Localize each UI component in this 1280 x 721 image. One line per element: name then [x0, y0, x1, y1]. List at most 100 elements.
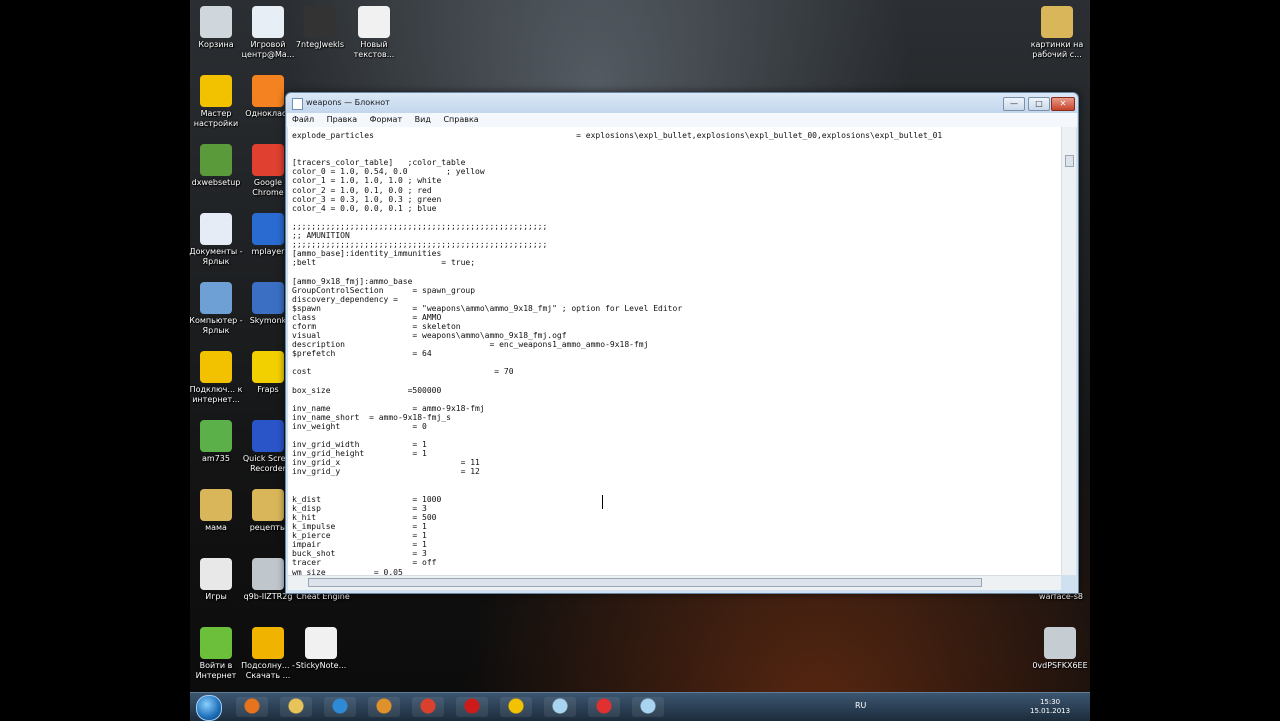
desktop-icon[interactable]: 7ntegJwekls — [290, 6, 350, 50]
desktop-icon-label: Компьютер - Ярлык — [189, 316, 243, 335]
computer-icon — [200, 282, 232, 314]
chrome-icon — [252, 144, 284, 176]
recorder-icon[interactable] — [588, 697, 620, 717]
desktop-icon-label: Игры — [205, 592, 227, 601]
opera-icon[interactable] — [456, 697, 488, 717]
documents-icon — [200, 213, 232, 245]
vertical-scroll-thumb[interactable] — [1065, 155, 1074, 167]
desktop-icon-label: Подключ... к интернет... — [189, 385, 243, 404]
desktop-icon[interactable]: Компьютер - Ярлык — [186, 282, 246, 336]
desktop-icon-label: Однокласс — [245, 109, 291, 118]
clock-date: 15.01.2013 — [1030, 707, 1071, 715]
file-icon — [304, 6, 336, 38]
desktop-icon-label: 0vdPSFKX6EE — [1032, 661, 1088, 670]
game-center-icon — [252, 6, 284, 38]
money-icon — [200, 420, 232, 452]
desktop-icon-label: Подсолну... - Скачать ... — [241, 661, 295, 680]
desktop-icon[interactable]: 0vdPSFKX6EE — [1030, 627, 1090, 671]
image-icon — [1044, 627, 1076, 659]
directx-icon — [200, 144, 232, 176]
desktop-icon[interactable]: Мастер настройки — [186, 75, 246, 129]
desktop-icon-label: Новый текстов... — [353, 40, 395, 59]
menu-view[interactable]: Вид — [410, 113, 436, 124]
desktop-icon[interactable]: картинки на рабочий с... — [1027, 6, 1087, 60]
desktop-icon[interactable]: am735 — [186, 420, 246, 464]
folder-icon — [200, 489, 232, 521]
desktop-icon-label: 7ntegJwekls — [295, 40, 345, 49]
sunflower-icon — [252, 627, 284, 659]
desktop-icon-label: Корзина — [198, 40, 234, 49]
desktop-icon[interactable]: Игры — [186, 558, 246, 602]
close-button[interactable]: ✕ — [1051, 97, 1075, 111]
menu-file[interactable]: Файл — [287, 113, 319, 124]
desktop-icon-label: StickyNote... — [295, 661, 347, 670]
maximize-button[interactable]: □ — [1028, 97, 1050, 111]
taskbar: RU 15:30 15.01.2013 — [190, 692, 1090, 721]
ie-icon[interactable] — [324, 697, 356, 717]
notepad-icon[interactable] — [544, 697, 576, 717]
desktop-icon[interactable]: dxwebsetup — [186, 144, 246, 188]
title-bar[interactable]: weapons — Блокнот — □ ✕ — [286, 93, 1078, 113]
desktop-icon-label: Мастер настройки — [193, 109, 239, 128]
sticky-note-icon — [305, 627, 337, 659]
desktop-icon[interactable]: Подключ... к интернет... — [186, 351, 246, 405]
horizontal-scrollbar[interactable] — [288, 575, 1061, 590]
screen-recorder-icon — [252, 420, 284, 452]
desktop-icon-label: dxwebsetup — [191, 178, 241, 187]
desktop-icon-label: Fraps — [257, 385, 279, 394]
notepad2-icon[interactable] — [632, 697, 664, 717]
beeline-icon — [200, 351, 232, 383]
desktop-icon[interactable]: Игровой центр@Ма... — [238, 6, 298, 60]
recycle-bin-icon — [200, 6, 232, 38]
desktop-icon-label: Google Chrome — [252, 178, 284, 197]
desktop-icon[interactable]: Корзина — [186, 6, 246, 50]
notepad-icon — [292, 98, 303, 110]
desktop-icon-label: Skymonk — [249, 316, 287, 325]
editor-content[interactable]: explode_particles = explosions\expl_bull… — [288, 127, 1061, 575]
image-icon — [252, 558, 284, 590]
menu-bar: Файл Правка Формат Вид Справка — [287, 113, 1077, 127]
beeline-icon[interactable] — [500, 697, 532, 717]
menu-format[interactable]: Формат — [365, 113, 407, 124]
menu-edit[interactable]: Правка — [322, 113, 362, 124]
fraps-icon — [252, 351, 284, 383]
explorer-icon[interactable] — [280, 697, 312, 717]
desktop-icon[interactable]: Документы - Ярлык — [186, 213, 246, 267]
beeline-icon — [200, 75, 232, 107]
desktop-icon[interactable]: Войти в Интернет — [186, 627, 246, 681]
desktop-icon-label: am735 — [202, 454, 230, 463]
clock-time: 15:30 — [1039, 698, 1061, 706]
desktop-icon-label: Войти в Интернет — [195, 661, 237, 680]
desktop-icon-label: Документы - Ярлык — [189, 247, 243, 266]
folder-icon — [252, 489, 284, 521]
tray-clock[interactable]: 15:30 15.01.2013 — [1030, 698, 1070, 716]
notepad-window[interactable]: weapons — Блокнот — □ ✕ Файл Правка Форм… — [285, 92, 1079, 594]
language-indicator[interactable]: RU — [855, 701, 866, 710]
vertical-scrollbar[interactable] — [1061, 127, 1076, 575]
media-player-icon — [252, 213, 284, 245]
desktop-icon-label: mplayer — [251, 247, 285, 256]
desktop-icon-label: картинки на рабочий с... — [1030, 40, 1084, 59]
chrome-icon[interactable] — [412, 697, 444, 717]
start-button[interactable] — [196, 695, 222, 721]
desktop-icon-label: Игровой центр@Ма... — [241, 40, 295, 59]
text-editor[interactable]: explode_particles = explosions\expl_bull… — [288, 127, 1061, 575]
odnoklassniki-icon — [252, 75, 284, 107]
minimize-button[interactable]: — — [1003, 97, 1025, 111]
desktop-icon[interactable]: Подсолну... - Скачать ... — [238, 627, 298, 681]
skymonk-icon — [252, 282, 284, 314]
text-cursor-icon — [602, 495, 607, 509]
games-icon — [200, 558, 232, 590]
folder-icon — [1041, 6, 1073, 38]
desktop-icon[interactable]: мама — [186, 489, 246, 533]
desktop-icon[interactable]: Новый текстов... — [344, 6, 404, 60]
media-icon[interactable] — [368, 697, 400, 717]
menu-help[interactable]: Справка — [438, 113, 483, 124]
window-title: weapons — Блокнот — [306, 98, 390, 107]
horizontal-scroll-thumb[interactable] — [308, 578, 982, 587]
text-file-icon — [358, 6, 390, 38]
firefox-icon[interactable] — [236, 697, 268, 717]
desktop-icon-label: рецепты — [249, 523, 287, 532]
desktop-icon-label: мама — [205, 523, 227, 532]
desktop-icon[interactable]: StickyNote... — [291, 627, 351, 671]
